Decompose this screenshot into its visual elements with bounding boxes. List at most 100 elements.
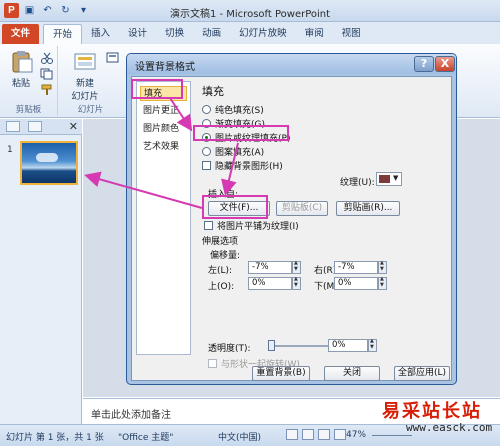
window-title: 演示文稿1 - Microsoft PowerPoint: [169, 9, 331, 20]
clipboard-button[interactable]: 剪贴板(C): [276, 201, 328, 216]
offset-bottom-input[interactable]: 0%: [334, 277, 378, 290]
slide-thumbnail[interactable]: [20, 141, 78, 185]
transparency-slider-thumb[interactable]: [268, 340, 275, 351]
status-language[interactable]: 中文(中国): [218, 430, 261, 443]
tab-home[interactable]: 开始: [43, 24, 83, 44]
pattern-fill-label: 图案填充(A): [215, 147, 265, 158]
tile-texture-option[interactable]: 将图片平铺为纹理(I): [204, 219, 299, 232]
tab-transitions[interactable]: 切换: [156, 24, 193, 44]
help-icon[interactable]: ?: [414, 56, 434, 72]
hide-background-graphics[interactable]: 隐藏背景图形(H): [202, 159, 283, 172]
title-bar: P ▣ ↶ ↻ ▾ 演示文稿1 - Microsoft PowerPoint: [0, 0, 500, 22]
pane-close-icon[interactable]: ✕: [69, 120, 78, 133]
hide-background-label: 隐藏背景图形(H): [215, 161, 283, 172]
paste-icon: [8, 50, 34, 74]
nav-item-picture-corrections[interactable]: 图片更正: [140, 104, 187, 119]
slide-sorter-icon[interactable]: [302, 429, 314, 440]
offset-left-stepper[interactable]: [292, 260, 301, 274]
watermark-text: 易采站长站: [382, 401, 482, 422]
offset-right-stepper[interactable]: [378, 260, 387, 274]
tab-view[interactable]: 视图: [333, 24, 370, 44]
slides-group: 新建 幻灯片 幻灯片: [58, 46, 123, 116]
format-painter-icon[interactable]: [40, 84, 54, 96]
stretch-options-label: 伸展选项: [202, 237, 239, 247]
pattern-fill-option[interactable]: 图案填充(A): [202, 145, 265, 158]
paste-button[interactable]: 粘贴: [4, 50, 38, 89]
solid-fill-radio[interactable]: [202, 104, 211, 114]
dialog-content: 填充 图片更正 图片颜色 艺术效果 填充 纯色填充(S) 渐变填充(G) 图片或…: [131, 76, 452, 381]
tab-file[interactable]: 文件: [2, 24, 40, 44]
status-theme: "Office 主题": [118, 433, 174, 443]
texture-dropdown[interactable]: ▼: [376, 172, 402, 186]
dialog-nav: 填充 图片更正 图片颜色 艺术效果: [136, 81, 191, 355]
section-title: 填充: [202, 85, 224, 98]
offset-right-input[interactable]: -7%: [334, 261, 378, 274]
close-button[interactable]: 关闭: [324, 366, 380, 381]
dialog-title-bar[interactable]: 设置背景格式 ? X: [127, 54, 456, 74]
clipboard-group-label: 剪贴板: [15, 105, 42, 115]
new-slide-button[interactable]: 新建 幻灯片: [68, 50, 102, 102]
notes-placeholder: 单击此处添加备注: [91, 410, 171, 421]
texture-swatch: [379, 175, 390, 183]
offset-bottom-stepper[interactable]: [378, 276, 387, 290]
tile-texture-label: 将图片平铺为纹理(I): [217, 221, 299, 232]
offset-left-input[interactable]: -7%: [248, 261, 292, 274]
reset-background-button[interactable]: 重置背景(B): [252, 366, 310, 381]
slides-group-label: 幻灯片: [77, 105, 104, 115]
slideshow-view-icon[interactable]: [334, 429, 346, 440]
transparency-label: 透明度(T):: [208, 344, 251, 354]
zoom-level[interactable]: 47%: [346, 430, 366, 440]
thumbnail-cloud: [36, 153, 58, 162]
offset-left-label: 左(L):: [208, 266, 233, 276]
rotate-with-shape-checkbox[interactable]: [208, 358, 217, 368]
solid-fill-option[interactable]: 纯色填充(S): [202, 103, 264, 116]
pattern-fill-radio[interactable]: [202, 146, 211, 156]
copy-icon[interactable]: [40, 68, 54, 80]
chevron-down-icon: ▼: [393, 174, 399, 182]
clipboard-group: 粘贴 剪贴板: [0, 46, 58, 116]
tab-review[interactable]: 审阅: [296, 24, 333, 44]
tile-texture-checkbox[interactable]: [204, 220, 213, 230]
new-slide-label: 新建: [75, 79, 94, 89]
layout-icon[interactable]: [106, 52, 120, 64]
highlight-picture-fill: [193, 125, 289, 141]
reading-view-icon[interactable]: [318, 429, 330, 440]
ribbon-tabs: 文件 开始 插入 设计 切换 动画 幻灯片放映 审阅 视图: [0, 22, 500, 44]
transparency-input[interactable]: 0%: [328, 339, 368, 352]
tab-animations[interactable]: 动画: [193, 24, 230, 44]
zoom-slider[interactable]: [372, 435, 412, 436]
offset-top-input[interactable]: 0%: [248, 277, 292, 290]
format-background-dialog: 设置背景格式 ? X 填充 图片更正 图片颜色 艺术效果 填充 纯色填充(S) …: [126, 53, 457, 385]
close-icon[interactable]: X: [435, 56, 455, 72]
tab-insert[interactable]: 插入: [82, 24, 119, 44]
transparency-stepper[interactable]: [368, 338, 377, 352]
status-slide-info: 幻灯片 第 1 张，共 1 张: [6, 433, 104, 443]
highlight-fill-nav: [131, 79, 183, 99]
slides-tab-icon[interactable]: [6, 121, 20, 132]
offset-top-label: 上(O):: [208, 282, 235, 292]
slides-pane: ✕ 1: [0, 119, 82, 424]
apply-all-button[interactable]: 全部应用(L): [394, 366, 450, 381]
cut-icon[interactable]: [40, 52, 54, 64]
transparency-slider[interactable]: [272, 345, 332, 347]
offset-label: 偏移量:: [210, 251, 241, 261]
highlight-file-button: [202, 195, 268, 219]
hide-background-checkbox[interactable]: [202, 160, 211, 170]
outline-tab-icon[interactable]: [28, 121, 42, 132]
normal-view-icon[interactable]: [286, 429, 298, 440]
solid-fill-label: 纯色填充(S): [215, 105, 264, 116]
watermark-url: www.easck.com: [406, 421, 493, 434]
offset-top-stepper[interactable]: [292, 276, 301, 290]
dialog-title: 设置背景格式: [135, 62, 195, 73]
site-watermark: 易采站长站 www.easck.com: [372, 395, 500, 435]
texture-label: 纹理(U):: [340, 178, 375, 188]
nav-item-artistic-effects[interactable]: 艺术效果: [140, 140, 187, 155]
tab-design[interactable]: 设计: [119, 24, 156, 44]
pane-tabs: ✕: [0, 119, 82, 135]
paste-label: 粘贴: [11, 79, 30, 89]
new-slide-icon: [72, 50, 98, 74]
clipart-button[interactable]: 剪贴画(R)...: [336, 201, 400, 216]
nav-item-picture-color[interactable]: 图片颜色: [140, 122, 187, 137]
new-slide-label-2: 幻灯片: [71, 92, 99, 102]
tab-slideshow[interactable]: 幻灯片放映: [230, 24, 296, 44]
